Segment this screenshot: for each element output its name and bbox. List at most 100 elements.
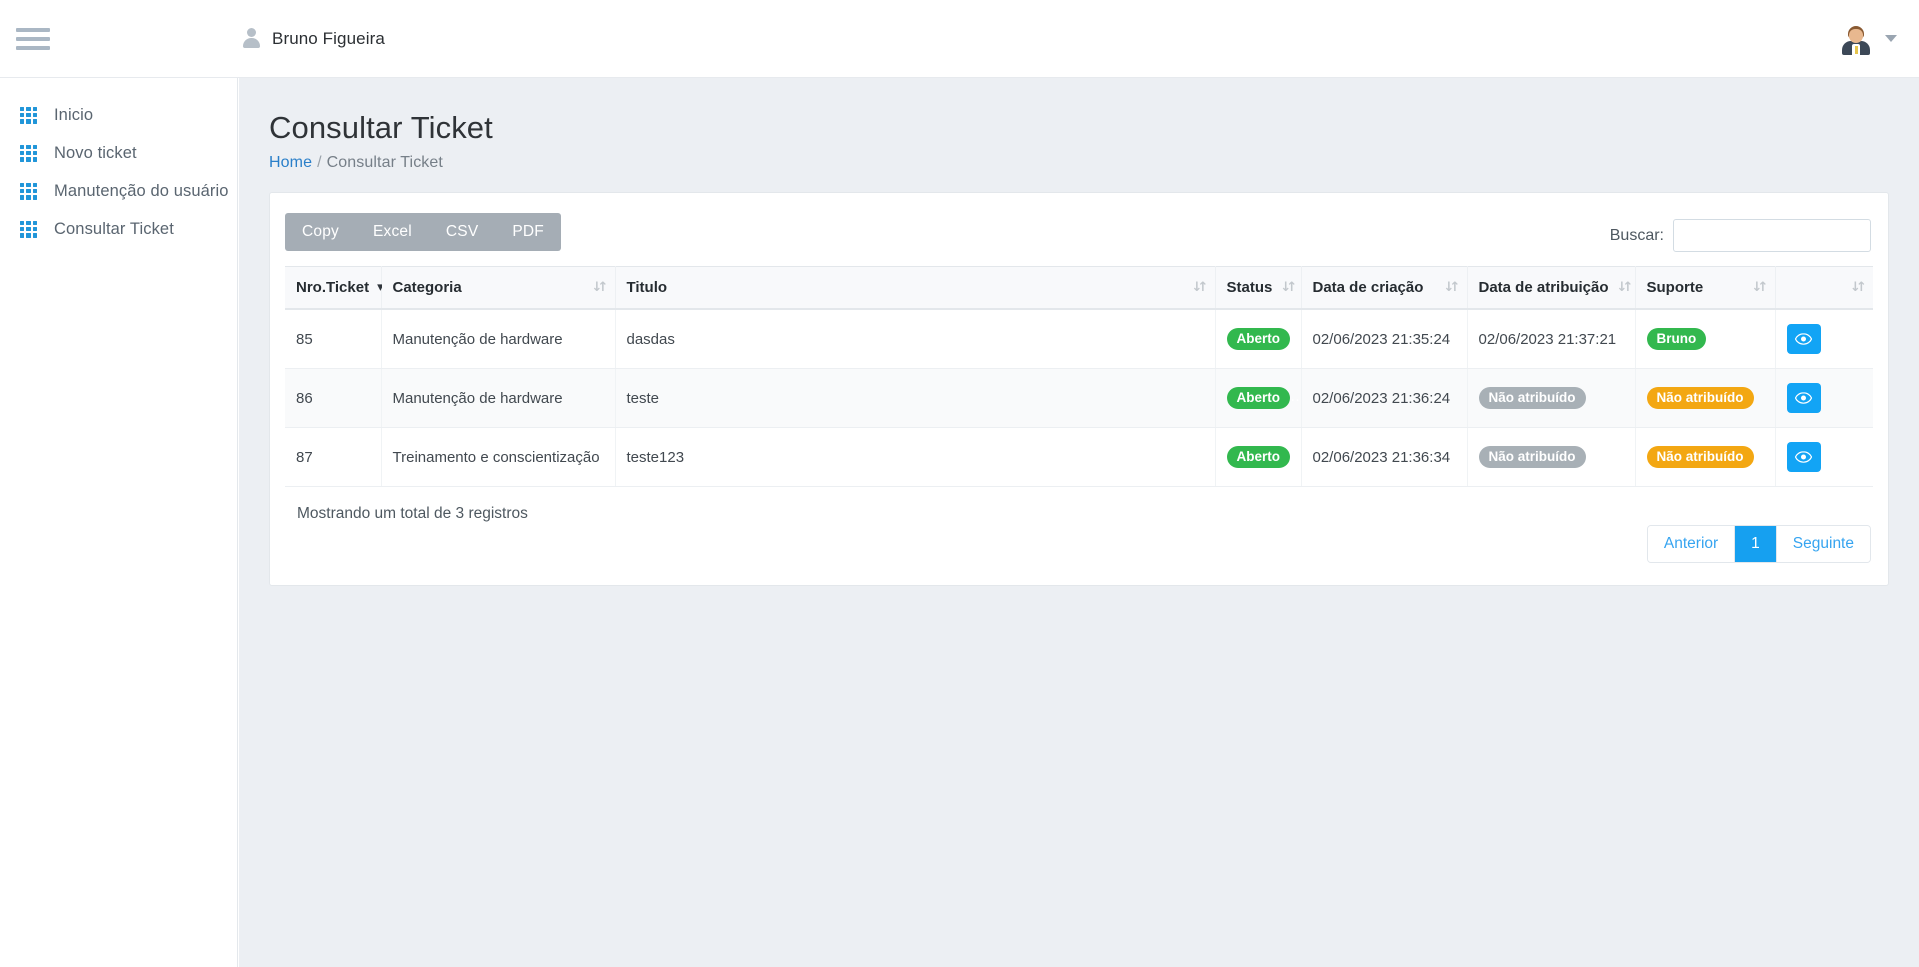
table-body: 85 Manutenção de hardware dasdas Aberto … bbox=[285, 309, 1873, 487]
cell-actions bbox=[1775, 309, 1873, 369]
cell-titulo: teste bbox=[615, 368, 1216, 428]
column-label: Status bbox=[1226, 279, 1273, 296]
csv-button[interactable]: CSV bbox=[429, 213, 495, 251]
pagination-next-button[interactable]: Seguinte bbox=[1776, 526, 1870, 562]
sidebar-item-consultar-ticket[interactable]: Consultar Ticket bbox=[0, 210, 237, 248]
hamburger-bar bbox=[16, 45, 50, 50]
column-label: Categoria bbox=[392, 279, 462, 296]
pdf-button[interactable]: PDF bbox=[495, 213, 561, 251]
status-badge: Aberto bbox=[1226, 386, 1290, 410]
sidebar-item-label: Consultar Ticket bbox=[54, 219, 174, 238]
eye-icon bbox=[1795, 333, 1812, 345]
table-row[interactable]: 86 Manutenção de hardware teste Aberto 0… bbox=[285, 368, 1873, 428]
cell-titulo: dasdas bbox=[615, 309, 1216, 369]
sort-icon[interactable]: ↓ ↑ bbox=[592, 280, 609, 295]
column-header-actions[interactable]: ↓ ↑ bbox=[1775, 266, 1873, 310]
sort-icon[interactable]: ↓ ↑ bbox=[1617, 280, 1634, 295]
cell-data-atribuicao: Não atribuído bbox=[1467, 427, 1636, 487]
column-label: Suporte bbox=[1646, 279, 1704, 296]
person-icon bbox=[242, 28, 261, 49]
sort-icon[interactable]: ↓ ↑ bbox=[1280, 280, 1297, 295]
user-avatar[interactable] bbox=[1839, 22, 1873, 56]
sidebar: Inicio Novo ticket Manutenção do usuário… bbox=[0, 78, 238, 967]
topbar-account-menu[interactable] bbox=[1839, 22, 1897, 56]
table-header: Nro.Ticket ▾☰ Categoria ↓↑ bbox=[285, 266, 1873, 310]
hamburger-bar bbox=[16, 27, 50, 32]
cell-actions bbox=[1775, 427, 1873, 487]
cell-data-atribuicao: Não atribuído bbox=[1467, 368, 1636, 428]
data-atribuicao-badge: Não atribuído bbox=[1478, 386, 1586, 410]
status-badge: Aberto bbox=[1226, 327, 1290, 351]
pagination-page-1-button[interactable]: 1 bbox=[1735, 526, 1777, 562]
table-row[interactable]: 85 Manutenção de hardware dasdas Aberto … bbox=[285, 309, 1873, 369]
excel-button[interactable]: Excel bbox=[356, 213, 429, 251]
suporte-badge: Não atribuído bbox=[1646, 386, 1754, 410]
column-header-titulo[interactable]: Titulo ↓ ↑ bbox=[615, 266, 1216, 310]
breadcrumb-separator: / bbox=[317, 154, 322, 171]
view-ticket-button[interactable] bbox=[1786, 383, 1821, 413]
column-header-status[interactable]: Status ↓ ↑ bbox=[1215, 266, 1302, 310]
grid-icon bbox=[20, 220, 37, 238]
sidebar-item-label: Novo ticket bbox=[54, 143, 137, 162]
top-navbar: Bruno Figueira bbox=[0, 0, 1919, 78]
cell-categoria: Manutenção de hardware bbox=[381, 309, 616, 369]
column-label: Titulo bbox=[626, 279, 668, 296]
cell-suporte: Bruno bbox=[1635, 309, 1776, 369]
cell-status: Aberto bbox=[1215, 427, 1302, 487]
table-footer: Mostrando um total de 3 registros Anteri… bbox=[285, 505, 1873, 563]
column-header-categoria[interactable]: Categoria ↓ ↑ bbox=[381, 266, 616, 310]
sidebar-item-manutencao-do-usuario[interactable]: Manutenção do usuário bbox=[0, 172, 237, 210]
export-button-group: Copy Excel CSV PDF bbox=[285, 213, 561, 251]
main-content: Consultar Ticket Home / Consultar Ticket C… bbox=[239, 78, 1919, 967]
column-header-nro-ticket[interactable]: Nro.Ticket ▾☰ bbox=[285, 266, 395, 310]
cell-status: Aberto bbox=[1215, 368, 1302, 428]
column-label: Nro.Ticket bbox=[296, 279, 370, 296]
copy-button[interactable]: Copy bbox=[285, 213, 356, 251]
column-label: Data de atribuição bbox=[1478, 279, 1609, 296]
sort-icon[interactable]: ↓ ↑ bbox=[1444, 280, 1461, 295]
column-header-data-de-criacao[interactable]: Data de criação ↓ ↑ bbox=[1301, 266, 1468, 310]
cell-categoria: Manutenção de hardware bbox=[381, 368, 616, 428]
breadcrumb-home-link[interactable]: Home bbox=[269, 154, 312, 171]
cell-data-criacao: 02/06/2023 21:35:24 bbox=[1301, 309, 1468, 369]
column-header-data-de-atribuicao[interactable]: Data de atribuição ↓ ↑ bbox=[1467, 266, 1636, 310]
cell-data-criacao: 02/06/2023 21:36:34 bbox=[1301, 427, 1468, 487]
cell-suporte: Não atribuído bbox=[1635, 368, 1776, 428]
breadcrumb: Home / Consultar Ticket bbox=[269, 154, 1919, 172]
cell-data-atribuicao: 02/06/2023 21:37:21 bbox=[1467, 309, 1636, 369]
eye-icon bbox=[1795, 451, 1812, 463]
pagination: Anterior 1 Seguinte bbox=[1646, 525, 1871, 563]
sidebar-item-inicio[interactable]: Inicio bbox=[0, 96, 237, 134]
records-info: Mostrando um total de 3 registros bbox=[297, 505, 528, 522]
table-header-row: Nro.Ticket ▾☰ Categoria ↓↑ bbox=[285, 266, 1873, 310]
view-ticket-button[interactable] bbox=[1786, 324, 1821, 354]
search-label: Buscar: bbox=[1609, 226, 1664, 244]
cell-data-criacao: 02/06/2023 21:36:24 bbox=[1301, 368, 1468, 428]
breadcrumb-current: Consultar Ticket bbox=[326, 154, 443, 171]
ticket-table-panel: Copy Excel CSV PDF Buscar: Nro.Ticket Ca… bbox=[269, 192, 1889, 586]
sort-icon[interactable]: ↓ ↑ bbox=[1752, 280, 1769, 295]
sidebar-item-label: Inicio bbox=[54, 105, 94, 124]
status-badge: Aberto bbox=[1226, 445, 1290, 469]
view-ticket-button[interactable] bbox=[1786, 442, 1821, 472]
cell-nro-ticket: 86 bbox=[285, 368, 382, 428]
chevron-down-icon[interactable] bbox=[1885, 35, 1897, 42]
table-row[interactable]: 87 Treinamento e conscientização teste12… bbox=[285, 427, 1873, 487]
suporte-badge: Não atribuído bbox=[1646, 445, 1754, 469]
topbar-user-name: Bruno Figueira bbox=[272, 28, 385, 48]
pagination-previous-button[interactable]: Anterior bbox=[1647, 526, 1736, 562]
column-label: Data de criação bbox=[1312, 279, 1424, 296]
data-atribuicao-badge: Não atribuído bbox=[1478, 445, 1586, 469]
sidebar-item-label: Manutenção do usuário bbox=[54, 181, 229, 200]
search-input[interactable] bbox=[1673, 219, 1871, 252]
cell-nro-ticket: 85 bbox=[285, 309, 382, 369]
column-header-suporte[interactable]: Suporte ↓ ↑ bbox=[1635, 266, 1776, 310]
sort-icon[interactable]: ↓ ↑ bbox=[1192, 280, 1209, 295]
search-container: Buscar: bbox=[1610, 219, 1871, 252]
hamburger-menu-icon[interactable] bbox=[16, 26, 50, 52]
tickets-table: Nro.Ticket ▾☰ Categoria ↓↑ bbox=[285, 266, 1873, 487]
sort-icon[interactable]: ↓ ↑ bbox=[1850, 280, 1867, 295]
cell-suporte: Não atribuído bbox=[1635, 427, 1776, 487]
topbar-user: Bruno Figueira bbox=[242, 28, 385, 49]
sidebar-item-novo-ticket[interactable]: Novo ticket bbox=[0, 134, 237, 172]
